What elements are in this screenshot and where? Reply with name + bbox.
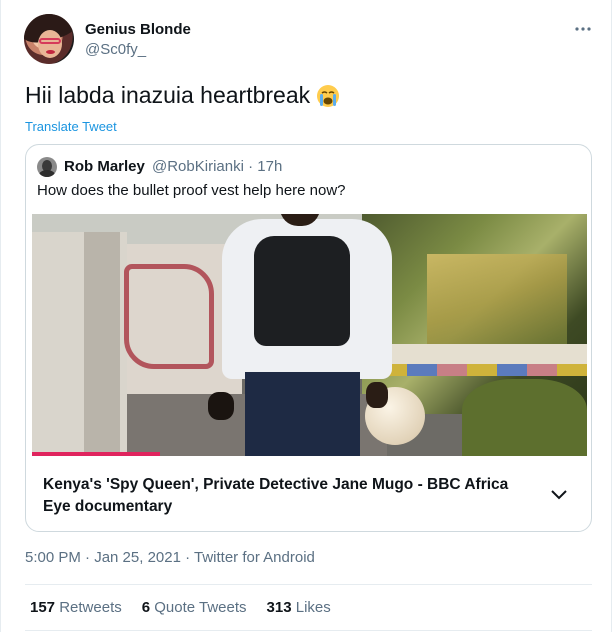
video-card[interactable]: Kenya's 'Spy Queen', Private Detective J… — [26, 456, 591, 531]
retweets-count: 157 — [30, 599, 56, 616]
quoted-tweet-text: How does the bullet proof vest help here… — [37, 182, 346, 199]
quoted-tweet[interactable]: Rob Marley @RobKirianki · 17h How does t… — [25, 144, 592, 532]
author-handle[interactable]: @Sc0fy_ — [85, 41, 146, 58]
translate-tweet-link[interactable]: Translate Tweet — [25, 119, 117, 134]
likes-count: 313 — [266, 599, 292, 616]
likes-label: Likes — [295, 599, 331, 616]
quote-tweets-label: Quote Tweets — [154, 599, 247, 616]
divider — [25, 630, 592, 631]
tweet-container: Genius Blonde @Sc0fy_ Hii labda inazuia … — [0, 0, 612, 632]
author-avatar[interactable] — [24, 14, 74, 64]
retweets-label: Retweets — [59, 599, 122, 616]
quoted-author-avatar[interactable] — [37, 157, 57, 177]
tweet-text: Hii labda inazuia heartbreak — [25, 82, 311, 108]
quoted-author-name[interactable]: Rob Marley — [64, 158, 145, 175]
tweet-timestamp-source[interactable]: 5:00 PM · Jan 25, 2021 · Twitter for And… — [25, 549, 315, 566]
tweet-stats: 157 Retweets 6 Quote Tweets 313 Likes — [30, 599, 331, 616]
author-name[interactable]: Genius Blonde — [85, 21, 191, 38]
quoted-author-handle-time[interactable]: @RobKirianki · 17h — [152, 158, 282, 175]
quote-tweets-count: 6 — [141, 599, 151, 616]
video-thumbnail[interactable] — [32, 214, 587, 456]
tweet-text-row: Hii labda inazuia heartbreak — [25, 82, 340, 109]
retweets-stat[interactable]: 157 Retweets — [30, 599, 122, 616]
quote-tweets-stat[interactable]: 6 Quote Tweets — [142, 599, 247, 616]
loudly-crying-face-icon — [316, 84, 340, 108]
more-options-icon[interactable] — [573, 24, 593, 34]
video-card-title[interactable]: Kenya's 'Spy Queen', Private Detective J… — [43, 474, 513, 518]
divider — [25, 584, 592, 585]
chevron-down-icon[interactable] — [550, 485, 568, 503]
likes-stat[interactable]: 313 Likes — [267, 599, 331, 616]
